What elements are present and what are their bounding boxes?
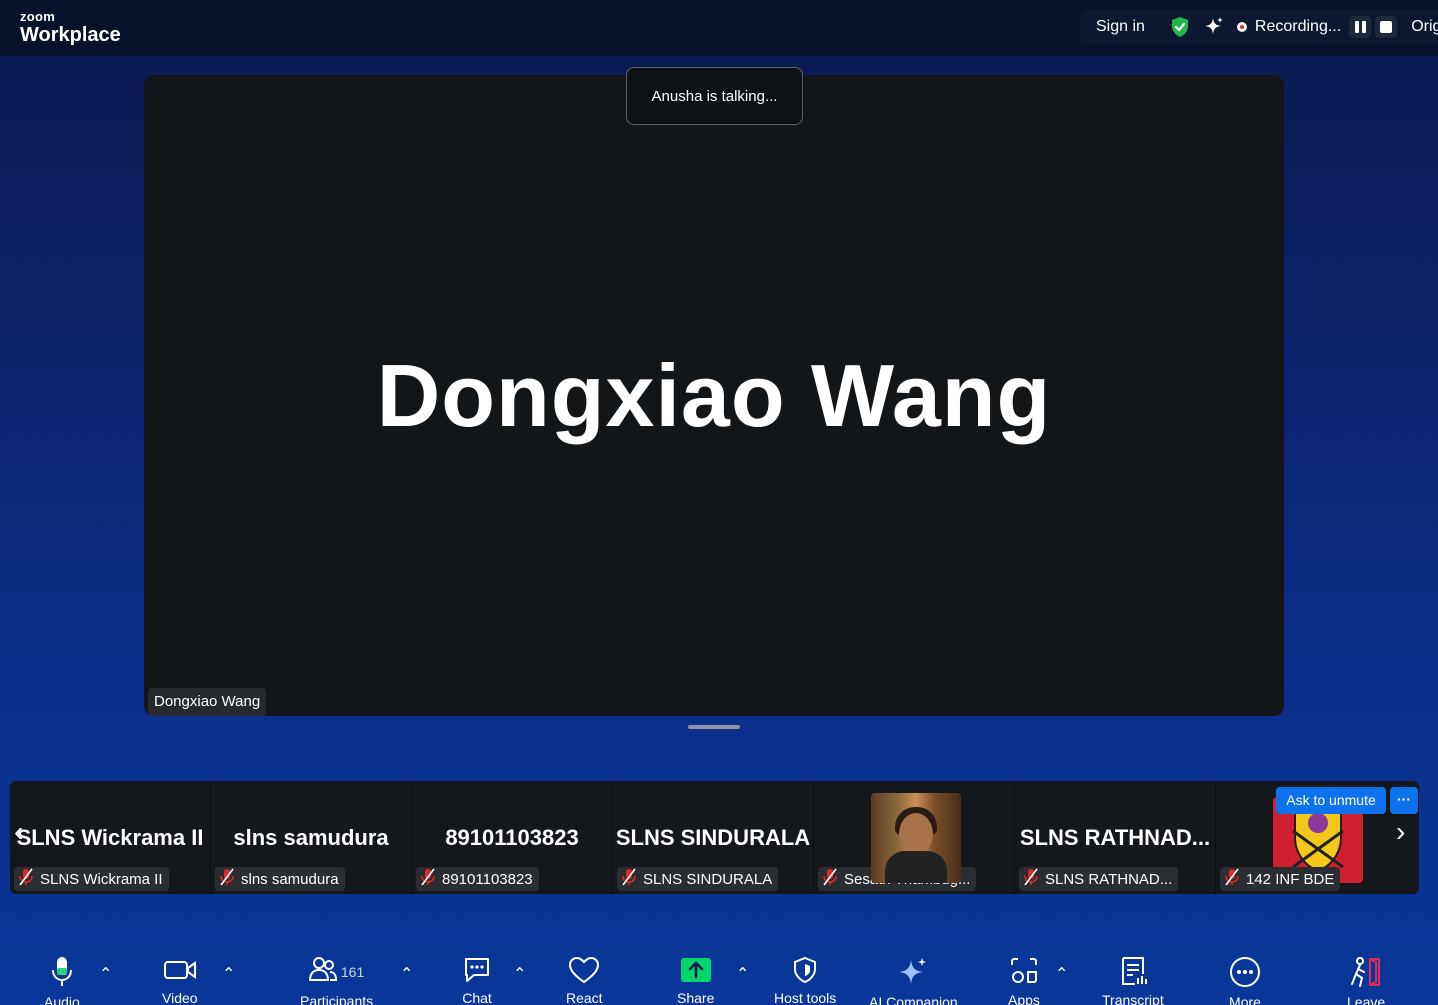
stop-icon <box>1380 21 1393 33</box>
recording-label: Recording... <box>1254 18 1342 35</box>
meeting-toolbar: Audio ⌃ Video ⌃ 161 Participants ⌃ Chat … <box>0 940 1438 1005</box>
shield-icon <box>792 956 818 984</box>
participant-display-name: SLNS Wickrama II <box>16 825 204 850</box>
participant-tile[interactable]: SLNS RATHNAD... SLNS RATHNAD... <box>1015 781 1216 894</box>
video-camera-icon <box>163 956 197 984</box>
participant-display-name: SLNS SINDURALA <box>615 825 811 850</box>
brand-large: Workplace <box>20 24 121 46</box>
react-label: React <box>566 990 603 1005</box>
chat-label: Chat <box>462 990 492 1005</box>
more-dots-icon <box>1229 956 1261 988</box>
active-speaker-video[interactable]: Dongxiao Wang Dongxiao Wang <box>144 75 1284 716</box>
host-tools-button[interactable]: Host tools <box>774 956 836 1005</box>
participant-tile[interactable]: 89101103823 89101103823 <box>412 781 613 894</box>
talking-indicator: Anusha is talking... <box>626 67 803 125</box>
more-label: More <box>1229 994 1261 1005</box>
leave-label: Leave <box>1347 994 1386 1005</box>
participant-name-tag: SLNS RATHNAD... <box>1019 867 1179 891</box>
ai-companion-button[interactable]: AI Companion <box>869 956 958 1005</box>
heart-icon <box>568 956 600 984</box>
participant-tile[interactable]: SLNS SINDURALA SLNS SINDURALA <box>613 781 814 894</box>
apps-button[interactable]: Apps <box>1008 956 1040 1005</box>
react-button[interactable]: React <box>566 956 603 1005</box>
gallery-strip: SLNS Wickrama II SLNS Wickrama II slns s… <box>10 781 1419 894</box>
audio-button[interactable]: Audio <box>44 956 80 1005</box>
apps-options-caret-icon[interactable]: ⌃ <box>1055 964 1068 984</box>
muted-mic-icon <box>1023 868 1039 890</box>
apps-icon <box>1009 956 1039 986</box>
muted-mic-icon <box>18 868 34 890</box>
participant-name-tag: slns samudura <box>215 867 345 891</box>
muted-mic-icon <box>1224 868 1240 890</box>
resize-handle[interactable] <box>688 725 740 729</box>
share-button[interactable]: Share <box>677 956 714 1005</box>
more-button[interactable]: More <box>1229 956 1261 1005</box>
top-bar: zoom Workplace Sign in Recording... Orig <box>0 0 1438 56</box>
share-screen-icon <box>680 956 712 984</box>
video-options-caret-icon[interactable]: ⌃ <box>222 964 235 984</box>
host-tools-label: Host tools <box>774 990 837 1005</box>
audio-options-caret-icon[interactable]: ⌃ <box>99 964 112 984</box>
participant-photo <box>871 793 961 883</box>
audio-label: Audio <box>44 994 80 1005</box>
tile-more-options-button[interactable]: ··· <box>1390 787 1418 814</box>
participant-display-name: 89101103823 <box>445 825 579 850</box>
participant-tile[interactable]: slns samudura slns samudura <box>211 781 412 894</box>
leave-door-icon <box>1350 956 1382 988</box>
leave-button[interactable]: Leave <box>1347 956 1385 1005</box>
transcript-button[interactable]: Transcript <box>1102 956 1164 1005</box>
sign-in-link[interactable]: Sign in <box>1096 18 1145 36</box>
pause-recording-button[interactable] <box>1349 16 1372 38</box>
ai-companion-label: AI Companion <box>869 994 958 1005</box>
apps-label: Apps <box>1008 992 1040 1005</box>
muted-mic-icon <box>822 868 838 890</box>
active-speaker-name-tag: Dongxiao Wang <box>148 688 267 716</box>
video-label: Video <box>162 990 198 1005</box>
participant-label: SLNS SINDURALA <box>643 870 773 888</box>
participant-display-name: SLNS RATHNAD... <box>1019 825 1211 850</box>
chat-bubble-icon <box>462 956 492 984</box>
zoom-workplace-logo: zoom Workplace <box>20 10 121 45</box>
muted-mic-icon <box>621 868 637 890</box>
participant-label: SLNS Wickrama II <box>40 870 163 888</box>
microphone-icon <box>50 956 74 988</box>
strip-prev-arrow[interactable]: ‹ <box>14 818 23 846</box>
chat-options-caret-icon[interactable]: ⌃ <box>513 964 526 984</box>
muted-mic-icon <box>420 868 436 890</box>
participants-label: Participants <box>300 993 374 1005</box>
brand-small: zoom <box>20 9 56 24</box>
transcript-icon <box>1119 956 1147 986</box>
pause-icon <box>1354 21 1366 33</box>
participant-label: slns samudura <box>241 870 339 888</box>
transcript-label: Transcript <box>1102 992 1164 1005</box>
sparkle-icon[interactable] <box>1203 16 1225 38</box>
participant-label: 89101103823 <box>442 870 533 888</box>
participant-name-tag: SLNS Wickrama II <box>14 867 169 891</box>
share-label: Share <box>677 990 715 1005</box>
participant-label: SLNS RATHNAD... <box>1045 870 1173 888</box>
ai-sparkle-icon <box>897 956 929 988</box>
participant-label: 142 INF BDE <box>1246 870 1335 888</box>
participant-tile[interactable]: SLNS Wickrama II SLNS Wickrama II <box>10 781 211 894</box>
video-button[interactable]: Video <box>162 956 198 1005</box>
participants-button[interactable]: 161 Participants <box>300 956 373 1005</box>
top-right-controls: Sign in Recording... Orig <box>1080 10 1438 44</box>
participant-display-name: slns samudura <box>233 825 389 850</box>
shield-check-icon[interactable] <box>1169 16 1191 38</box>
participants-count: 161 <box>340 963 365 980</box>
participant-name-tag: SLNS SINDURALA <box>617 867 779 891</box>
chat-button[interactable]: Chat <box>462 956 492 1005</box>
participant-name-tag: 89101103823 <box>416 867 539 891</box>
recording-dot-icon <box>1236 22 1247 32</box>
stop-recording-button[interactable] <box>1375 16 1398 38</box>
participants-options-caret-icon[interactable]: ⌃ <box>400 964 413 984</box>
participant-name-tag: 142 INF BDE <box>1220 867 1341 891</box>
participants-icon <box>308 956 337 987</box>
strip-next-arrow[interactable]: › <box>1396 818 1405 846</box>
ask-to-unmute-button[interactable]: Ask to unmute <box>1276 787 1386 814</box>
active-speaker-name: Dongxiao Wang <box>376 346 1052 445</box>
share-options-caret-icon[interactable]: ⌃ <box>736 964 749 984</box>
original-sound-toggle[interactable]: Orig <box>1411 18 1438 36</box>
muted-mic-icon <box>219 868 235 890</box>
